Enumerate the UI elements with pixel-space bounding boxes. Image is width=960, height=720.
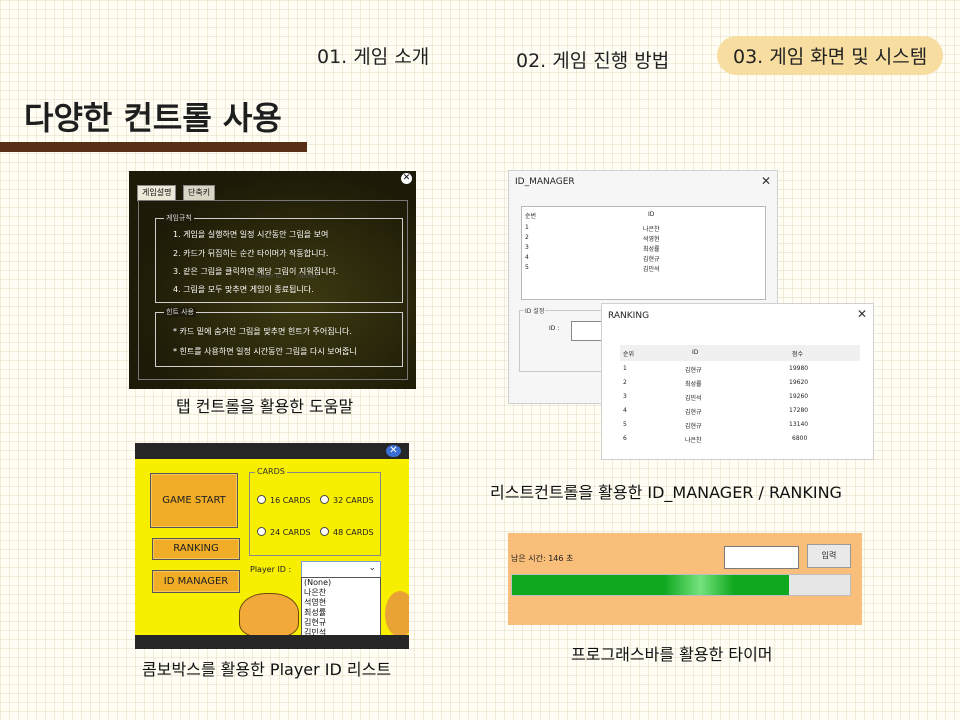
table-cell: 4: [623, 407, 627, 414]
chevron-down-icon[interactable]: ⌄: [368, 563, 376, 573]
window-title: ID_MANAGER: [515, 177, 575, 187]
table-cell: 김현규: [685, 423, 702, 430]
close-icon[interactable]: ✕: [761, 174, 771, 188]
table-cell: 19980: [789, 365, 809, 372]
window-topbar: [135, 443, 409, 459]
column-header[interactable]: 순번: [525, 211, 536, 220]
table-cell: 13140: [789, 421, 809, 428]
column-header[interactable]: ID: [648, 211, 654, 218]
table-cell: 김민석: [643, 266, 660, 273]
table-cell: 최성률: [643, 246, 660, 253]
dropdown-item[interactable]: 김현규: [302, 618, 380, 628]
dropdown-item[interactable]: 최성률: [302, 608, 380, 618]
radio-label: 32 CARDS: [333, 496, 374, 505]
table-cell: 김민석: [685, 395, 702, 402]
nav-item-screens-systems[interactable]: 03. 게임 화면 및 시스템: [717, 36, 944, 75]
help-caption: 탭 컨트롤을 활용한 도움말: [176, 397, 354, 416]
table-cell: 19260: [789, 393, 809, 400]
table-cell: 3: [525, 244, 529, 251]
radio-label: 48 CARDS: [333, 528, 374, 537]
dropdown-item[interactable]: 나은찬: [302, 588, 380, 598]
rule-line: 4. 그림을 모두 맞추면 게임이 종료됩니다.: [173, 285, 314, 294]
rule-line: 2. 카드가 뒤집히는 순간 타이머가 작동합니다.: [173, 249, 329, 258]
answer-input[interactable]: [724, 546, 799, 569]
hint-line: * 카드 밑에 숨겨진 그림을 맞추면 힌트가 주어집니다.: [173, 327, 352, 336]
title-underline: [0, 142, 307, 152]
table-cell: 1: [525, 224, 529, 231]
dropdown-item[interactable]: 석영현: [302, 598, 380, 608]
close-icon[interactable]: ✕: [401, 173, 412, 184]
nav-item-how-to-play[interactable]: 02. 게임 진행 방법: [516, 46, 669, 73]
table-cell: 19620: [789, 379, 809, 386]
page-title: 다양한 컨트롤 사용: [24, 99, 282, 137]
table-cell: 17280: [789, 407, 809, 414]
ranking-button[interactable]: RANKING: [152, 538, 240, 560]
table-cell: 김현규: [685, 409, 702, 416]
table-cell: 김현규: [685, 367, 702, 374]
help-tab-panel: 게임규칙 1. 게임을 실행하면 일정 시간동안 그림을 보여 2. 카드가 뒤…: [138, 200, 408, 380]
column-header[interactable]: 순위: [623, 349, 634, 358]
id-settings-group: ID 설정: [519, 306, 611, 372]
ranking-window: RANKING ✕ 순위 ID 점수 1 김현규 19980 2 최성률 196…: [601, 303, 874, 460]
combobox-caption: 콤보박스를 활용한 Player ID 리스트: [142, 660, 392, 679]
help-window: 게임설명 단축키 ✕ 게임규칙 1. 게임을 실행하면 일정 시간동안 그림을 …: [129, 171, 416, 389]
remaining-time-label: 남은 시간: 146 초: [511, 554, 574, 563]
background-combo-value: (None): [297, 273, 318, 280]
table-cell: 6800: [792, 435, 808, 442]
tab-shortcuts[interactable]: 단축키: [183, 185, 216, 201]
table-cell: 1: [623, 365, 627, 372]
id-manager-button[interactable]: ID MANAGER: [152, 570, 240, 593]
submit-button[interactable]: 입력: [807, 544, 851, 568]
rule-line: 1. 게임을 실행하면 일정 시간동안 그림을 보여: [173, 230, 329, 239]
table-cell: 석영현: [643, 236, 660, 243]
progressbar-caption: 프로그래스바를 활용한 타이머: [571, 645, 773, 664]
dropdown-item[interactable]: (None): [302, 578, 380, 588]
column-header[interactable]: 점수: [792, 349, 803, 358]
table-cell: 5: [525, 264, 529, 271]
id-field-label: ID :: [549, 325, 560, 332]
hint-line: * 힌트를 사용하면 일정 시간동안 그림을 다시 보여줍니: [173, 347, 357, 356]
table-cell: 최성률: [685, 381, 702, 388]
radio-label: 16 CARDS: [270, 496, 311, 505]
tab-game-description[interactable]: 게임설명: [137, 185, 177, 201]
rules-group-label: 게임규칙: [164, 213, 194, 223]
table-cell: 2: [525, 234, 529, 241]
column-header[interactable]: ID: [692, 349, 698, 356]
table-cell: 김현규: [643, 256, 660, 263]
table-cell: 나은찬: [685, 437, 702, 444]
table-cell: 나은찬: [643, 226, 660, 233]
radio-16-cards[interactable]: 16 CARDS: [257, 495, 311, 505]
player-id-label: Player ID :: [250, 565, 292, 574]
window-title: RANKING: [608, 311, 650, 321]
character-illustration: [239, 593, 299, 637]
table-cell: 2: [623, 379, 627, 386]
window-bottombar: [135, 635, 409, 649]
close-icon[interactable]: ✕: [857, 307, 867, 321]
table-cell: 3: [623, 393, 627, 400]
hint-group-label: 힌트 사용: [164, 307, 196, 317]
radio-label: 24 CARDS: [270, 528, 311, 537]
hint-group: 힌트 사용: [155, 307, 403, 367]
game-start-window: ✕ GAME START RANKING ID MANAGER CARDS 16…: [135, 443, 409, 649]
radio-32-cards[interactable]: 32 CARDS: [320, 495, 374, 505]
table-cell: 6: [623, 435, 627, 442]
listcontrol-caption: 리스트컨트롤을 활용한 ID_MANAGER / RANKING: [490, 483, 842, 502]
game-start-button[interactable]: GAME START: [150, 473, 238, 528]
radio-48-cards[interactable]: 48 CARDS: [320, 527, 374, 537]
cards-group-label: CARDS: [255, 467, 287, 476]
id-list-control[interactable]: 순번 ID 1 나은찬 2 석영현 3 최성률 4 김현규 5 김민석: [521, 206, 766, 300]
radio-24-cards[interactable]: 24 CARDS: [257, 527, 311, 537]
table-cell: 5: [623, 421, 627, 428]
cards-group: CARDS: [249, 467, 381, 556]
progress-fill: [512, 575, 790, 595]
background-player-label: Player ID :: [255, 273, 286, 280]
character-illustration: [385, 591, 409, 637]
nav-item-game-intro[interactable]: 01. 게임 소개: [317, 42, 429, 69]
timer-progress-bar: [511, 574, 851, 596]
group-label: ID 설정: [524, 306, 546, 315]
timer-window: 남은 시간: 146 초 입력: [508, 533, 862, 625]
ranking-header-row: [620, 345, 860, 361]
table-cell: 4: [525, 254, 529, 261]
close-icon[interactable]: ✕: [386, 445, 401, 457]
